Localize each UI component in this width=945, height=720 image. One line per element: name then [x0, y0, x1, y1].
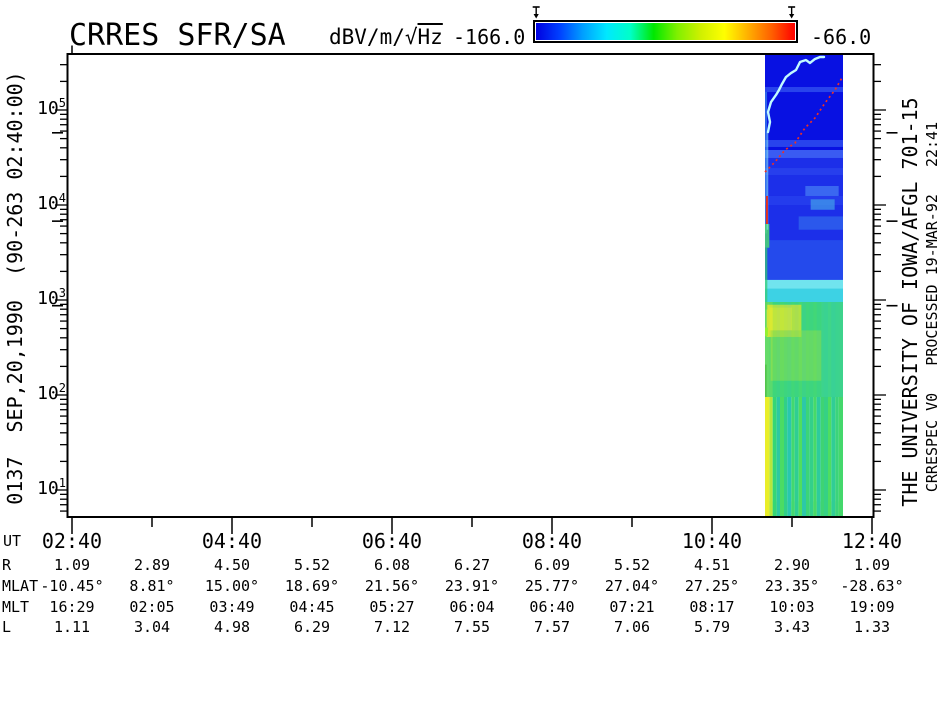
- ephemeris-value: 15.00°: [190, 577, 274, 595]
- y-tick-label: 105: [26, 98, 66, 119]
- ut-time-label: 08:40: [497, 529, 607, 553]
- y-axis-ticks: [55, 65, 886, 511]
- ephemeris-value: 3.43: [750, 618, 834, 636]
- ut-time-label: 12:40: [817, 529, 927, 553]
- ephemeris-value: 6.29: [270, 618, 354, 636]
- colorbar-min-pin-icon: [533, 7, 540, 19]
- ephemeris-value: 19:09: [830, 598, 914, 616]
- ephemeris-value: 06:40: [510, 598, 594, 616]
- ut-time-label: 04:40: [177, 529, 287, 553]
- ephemeris-value: 1.33: [830, 618, 914, 636]
- y-tick-exponent: 4: [59, 191, 66, 205]
- y-tick-label: 104: [26, 193, 66, 214]
- ut-time-label: 02:40: [17, 529, 127, 553]
- y-tick-exponent: 1: [59, 476, 66, 490]
- ephemeris-value: 3.04: [110, 618, 194, 636]
- ephemeris-value: 23.91°: [430, 577, 514, 595]
- y-tick-label: 101: [26, 478, 66, 499]
- ephemeris-row-label: MLT: [2, 598, 29, 616]
- ephemeris-value: 27.04°: [590, 577, 674, 595]
- plot-frame: [68, 54, 874, 517]
- ephemeris-value: 06:04: [430, 598, 514, 616]
- ephemeris-row-label: R: [2, 556, 11, 574]
- ephemeris-value: 27.25°: [670, 577, 754, 595]
- ut-time-label: 10:40: [657, 529, 767, 553]
- ut-time-label: 06:40: [337, 529, 447, 553]
- ephemeris-value: 7.55: [430, 618, 514, 636]
- ephemeris-value: 23.35°: [750, 577, 834, 595]
- y-tick-base: 10: [37, 193, 59, 214]
- ephemeris-value: 18.69°: [270, 577, 354, 595]
- ephemeris-value: 10:03: [750, 598, 834, 616]
- ephemeris-value: 02:05: [110, 598, 194, 616]
- ephemeris-value: 21.56°: [350, 577, 434, 595]
- ephemeris-value: 08:17: [670, 598, 754, 616]
- ephemeris-value: -10.45°: [30, 577, 114, 595]
- ephemeris-row-label: L: [2, 618, 11, 636]
- ephemeris-value: 7.06: [590, 618, 674, 636]
- ephemeris-value: 1.09: [30, 556, 114, 574]
- y-tick-label: 103: [26, 288, 66, 309]
- y-tick-base: 10: [37, 288, 59, 309]
- ephemeris-value: 4.51: [670, 556, 754, 574]
- ephemeris-value: 1.09: [830, 556, 914, 574]
- y-tick-label: 102: [26, 383, 66, 404]
- ephemeris-value: 4.50: [190, 556, 274, 574]
- ephemeris-value: 2.89: [110, 556, 194, 574]
- ephemeris-value: 7.12: [350, 618, 434, 636]
- y-tick-base: 10: [37, 478, 59, 499]
- ephemeris-value: 04:45: [270, 598, 354, 616]
- y-tick-exponent: 2: [59, 381, 66, 395]
- ephemeris-value: 4.98: [190, 618, 274, 636]
- ephemeris-value: 6.27: [430, 556, 514, 574]
- ephemeris-value: 5.52: [270, 556, 354, 574]
- y-tick-base: 10: [37, 98, 59, 119]
- y-tick-exponent: 5: [59, 96, 66, 110]
- x-axis-ticks: [72, 46, 872, 535]
- ephemeris-value: 5.52: [590, 556, 674, 574]
- ephemeris-value: 5.79: [670, 618, 754, 636]
- spectrogram-data-band: [765, 54, 843, 517]
- ephemeris-value: 6.09: [510, 556, 594, 574]
- ephemeris-value: 7.57: [510, 618, 594, 636]
- ephemeris-value: 1.11: [30, 618, 114, 636]
- ephemeris-value: 6.08: [350, 556, 434, 574]
- ephemeris-value: 25.77°: [510, 577, 594, 595]
- ephemeris-value: -28.63°: [830, 577, 914, 595]
- ephemeris-value: 03:49: [190, 598, 274, 616]
- y-tick-exponent: 3: [59, 286, 66, 300]
- ephemeris-value: 8.81°: [110, 577, 194, 595]
- y-tick-base: 10: [37, 383, 59, 404]
- colorbar-max-pin-icon: [788, 7, 795, 19]
- ephemeris-value: 07:21: [590, 598, 674, 616]
- crres-spectrogram-page: CRRES SFR/SA dBV/m/√Hz -166.0 -66.0 0137…: [0, 0, 945, 720]
- ephemeris-value: 2.90: [750, 556, 834, 574]
- ephemeris-value: 05:27: [350, 598, 434, 616]
- ephemeris-value: 16:29: [30, 598, 114, 616]
